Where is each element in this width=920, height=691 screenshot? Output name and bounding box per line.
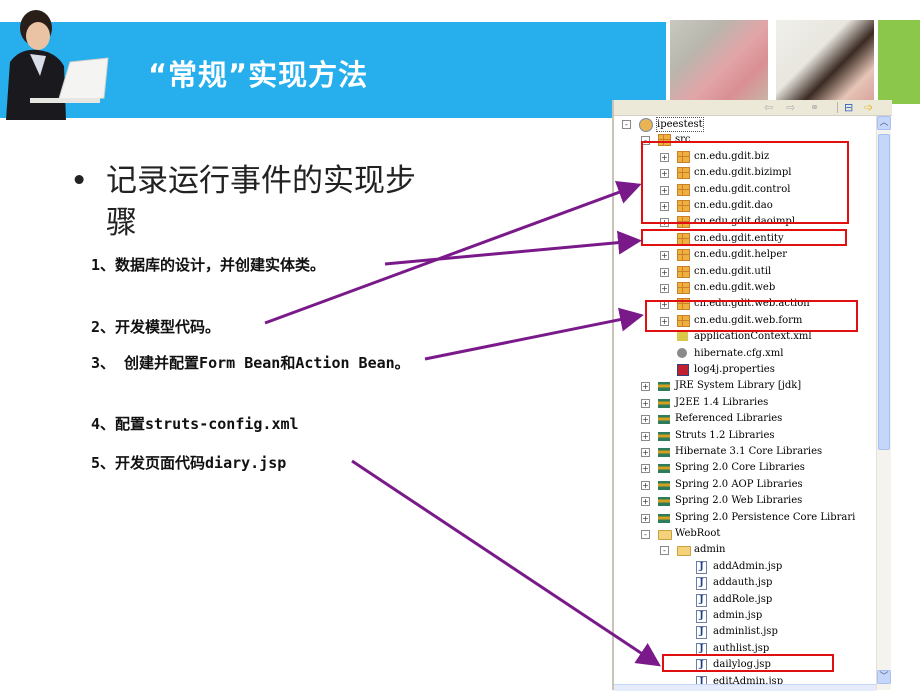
expand-icon[interactable]: + (641, 513, 650, 523)
library-icon (658, 448, 670, 457)
explorer-toolbar: ⇦ ⇨ ⚭ ⊟ ➩ (614, 100, 892, 116)
step-4: 4、配置struts-config.xml (91, 415, 299, 433)
collapse-icon[interactable]: - (641, 530, 650, 539)
tree-item-label: Spring 2.0 Core Libraries (675, 462, 805, 474)
tree-item-label: Spring 2.0 Persistence Core Librari (675, 511, 856, 523)
library-icon (658, 382, 670, 392)
jsp-file-icon: J (696, 593, 707, 607)
step-5: 5、开发页面代码diary.jsp (91, 454, 287, 472)
collapse-all-icon[interactable]: ⊟ (844, 101, 853, 114)
tree-item-label: cn.edu.gdit.web (694, 282, 776, 293)
expand-icon[interactable]: + (641, 398, 650, 408)
tree-item-label: ipeestest (656, 117, 704, 132)
tree-item-label: WebRoot (675, 528, 721, 539)
highlight-box-entity (641, 229, 847, 246)
highlight-box-model (641, 141, 849, 224)
office-photo-2 (776, 20, 874, 104)
tree-item-label: addauth.jsp (713, 577, 773, 589)
expand-icon[interactable]: + (641, 480, 650, 490)
tree-item-label: Struts 1.2 Libraries (675, 429, 775, 441)
tree-item-label: adminlist.jsp (713, 626, 778, 638)
expand-icon[interactable]: + (641, 448, 650, 457)
tree-item-label: cn.edu.gdit.helper (694, 249, 788, 261)
tree-item-label: JRE System Library [jdk] (675, 380, 802, 392)
tree-item-label: Referenced Libraries (675, 413, 783, 425)
collapse-icon[interactable]: - (660, 546, 669, 556)
expand-icon[interactable]: + (660, 267, 669, 277)
expand-icon[interactable]: + (641, 415, 650, 425)
tree-item-label: addAdmin.jsp (713, 560, 783, 572)
library-icon (658, 497, 670, 507)
step-1: 1、数据库的设计，并创建实体类。 (91, 256, 326, 274)
highlight-box-web (645, 300, 858, 332)
properties-file-icon (677, 364, 689, 376)
library-icon (658, 480, 670, 490)
tree-item-label: Hibernate 3.1 Core Libraries (675, 446, 823, 457)
expand-icon[interactable]: + (641, 464, 650, 474)
jsp-file-icon: J (696, 610, 707, 623)
arrow-step3-web (424, 307, 644, 361)
scroll-down-button[interactable]: ﹀ (877, 670, 891, 684)
bullet-dot: • (70, 163, 89, 199)
arrow-step5-dailylog (351, 459, 661, 667)
config-file-icon (677, 347, 687, 358)
library-icon (658, 464, 670, 474)
tree-item-label: hibernate.cfg.xml (694, 347, 784, 359)
package-icon (677, 265, 690, 278)
office-photo-1 (670, 20, 768, 104)
jsp-file-icon: J (696, 626, 707, 640)
tree-item-label: Spring 2.0 Web Libraries (675, 495, 803, 507)
back-icon[interactable]: ⇦ (764, 101, 773, 114)
link-icon[interactable]: ⚭ (810, 101, 819, 114)
expand-icon[interactable]: + (641, 497, 650, 507)
xml-file-icon (677, 332, 688, 342)
tree-item-label: log4j.properties (694, 364, 775, 375)
forward-icon[interactable]: ⇨ (786, 101, 795, 114)
project-icon (639, 118, 653, 132)
collapse-icon[interactable]: - (622, 120, 631, 129)
tree-item-label: Spring 2.0 AOP Libraries (675, 478, 803, 490)
package-icon (677, 249, 690, 262)
person-with-laptop-image (6, 10, 109, 120)
tree-item-label: J2EE 1.4 Libraries (675, 396, 769, 408)
expand-icon[interactable]: + (641, 382, 650, 392)
expand-icon[interactable]: + (641, 431, 650, 441)
expand-icon[interactable]: + (660, 284, 669, 293)
sync-arrow-icon[interactable]: ➩ (864, 101, 873, 114)
library-icon (658, 415, 670, 425)
scroll-thumb[interactable] (878, 134, 890, 450)
jsp-file-icon: J (696, 577, 707, 591)
bullet-text: 记录运行事件的实现步骤 (106, 163, 416, 241)
tree-item-label: admin (694, 544, 726, 556)
folder-icon (677, 546, 691, 557)
highlight-box-dailylog (662, 654, 834, 672)
jsp-file-icon: J (696, 560, 707, 574)
step-2: 2、开发模型代码。 (91, 318, 221, 336)
tree-item-label: cn.edu.gdit.util (694, 265, 772, 277)
page-title: “常规”实现方法 (148, 58, 369, 92)
scroll-up-button[interactable]: ︿ (877, 116, 891, 130)
library-icon (658, 513, 670, 523)
decorative-green-block (878, 20, 920, 104)
arrow-step1-entity (384, 230, 642, 266)
vertical-scrollbar[interactable]: ︿ ﹀ (876, 116, 891, 690)
expand-icon[interactable]: + (660, 251, 669, 261)
toolbar-separator (837, 102, 838, 113)
step-3: 3、 创建并配置Form Bean和Action Bean。 (91, 354, 410, 372)
tree-item-label: addRole.jsp (713, 593, 773, 605)
library-icon (658, 398, 670, 408)
folder-icon (658, 530, 672, 540)
tree-item-label: admin.jsp (713, 610, 763, 621)
library-icon (658, 431, 670, 441)
package-icon (677, 282, 690, 294)
